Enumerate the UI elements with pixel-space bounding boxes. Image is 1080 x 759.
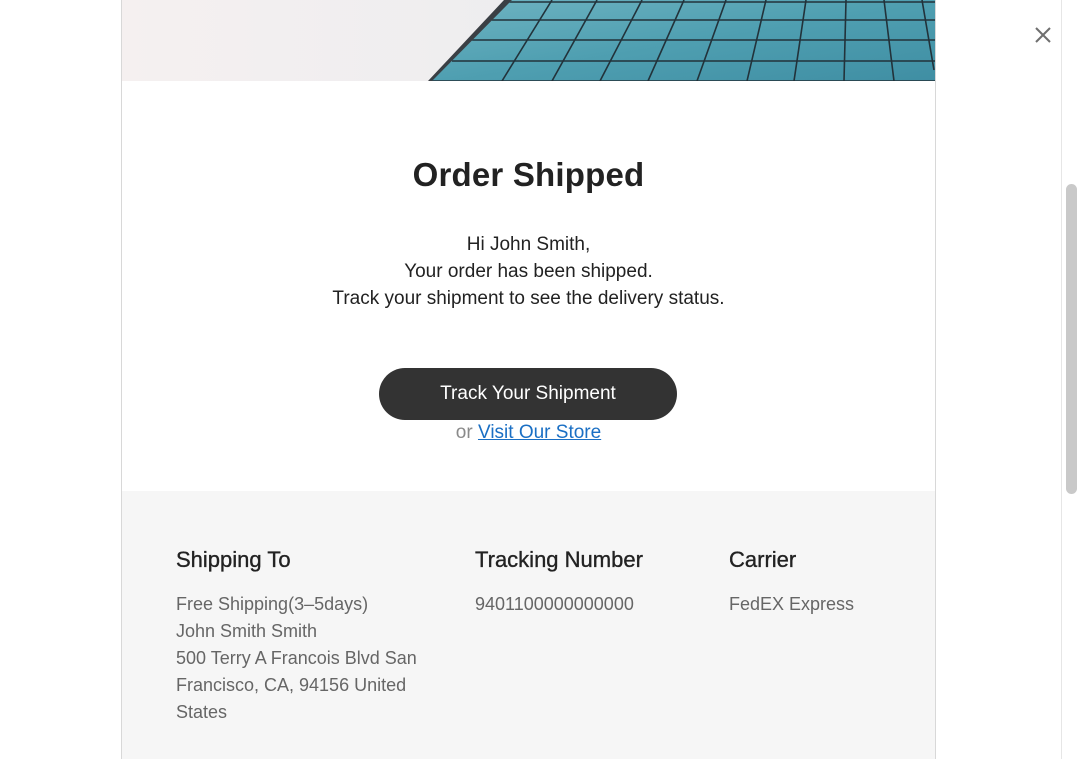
shipping-method: Free Shipping(3–5days) (176, 594, 369, 614)
or-label: or (455, 422, 473, 443)
address-line: Francisco, CA, 94156 United (176, 675, 407, 695)
track-shipment-button[interactable]: Track Your Shipment (379, 368, 677, 420)
email-title: Order Shipped (412, 156, 645, 193)
address-line: States (176, 702, 228, 722)
track-instruction: Track your shipment to see the delivery … (332, 288, 725, 309)
tracking-number-heading: Tracking Number (475, 547, 643, 572)
visit-store-link[interactable]: Visit Our Store (478, 422, 601, 443)
store-link-line: or Visit Our Store (122, 422, 935, 444)
shipping-address: Free Shipping(3–5days) John Smith Smith … (176, 591, 446, 726)
address-line: 500 Terry A Francois Blvd San (176, 648, 417, 668)
close-icon (1030, 22, 1056, 48)
email-body: Order Shipped Hi John Smith, Your order … (121, 0, 936, 759)
shipping-to-heading: Shipping To (176, 547, 291, 572)
shipping-to-column: Shipping To Free Shipping(3–5days) John … (176, 547, 446, 726)
carrier-value: FedEX Express (729, 594, 855, 614)
carrier-column: Carrier FedEX Express (729, 547, 909, 615)
close-button[interactable] (1030, 22, 1056, 48)
scrollbar-thumb[interactable] (1066, 184, 1077, 494)
tracking-number-column: Tracking Number 9401100000000000 (475, 547, 705, 615)
shipped-message: Your order has been shipped. (404, 261, 653, 282)
recipient-name: John Smith Smith (176, 621, 318, 641)
shipment-details-section: Shipping To Free Shipping(3–5days) John … (122, 491, 935, 759)
hero-banner-image (122, 0, 935, 81)
greeting-text: Hi John Smith, (466, 234, 591, 255)
email-preview-page: Order Shipped Hi John Smith, Your order … (0, 0, 1080, 759)
tracking-number-value: 9401100000000000 (475, 594, 634, 614)
carrier-heading: Carrier (729, 547, 797, 572)
